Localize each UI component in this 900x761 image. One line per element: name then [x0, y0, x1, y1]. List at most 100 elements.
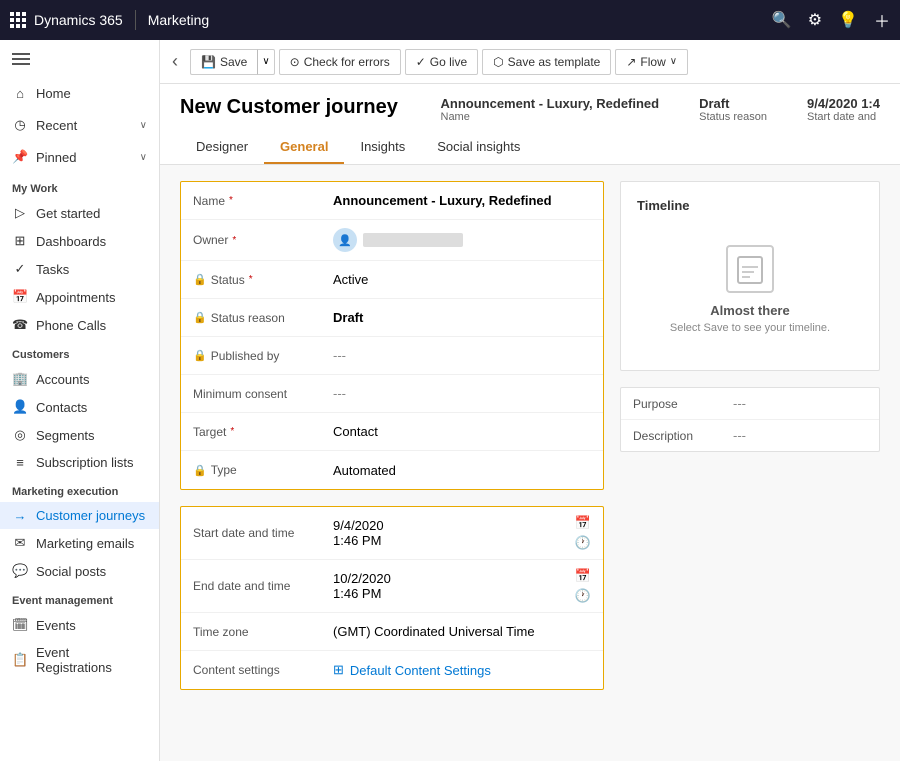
- sidebar-item-home[interactable]: ⌂ Home: [0, 78, 159, 109]
- sidebar-item-get-started[interactable]: ▷ Get started: [0, 199, 159, 227]
- content-settings-label: Content settings: [193, 663, 333, 677]
- timeline-title: Timeline: [637, 198, 863, 213]
- tab-general[interactable]: General: [264, 131, 344, 164]
- start-date-icons: 📅 🕐: [575, 515, 591, 551]
- sidebar-item-accounts[interactable]: 🏢 Accounts: [0, 365, 159, 393]
- save-template-button[interactable]: ⬡ Save as template: [482, 49, 611, 75]
- sidebar-item-social-posts[interactable]: 💬 Social posts: [0, 557, 159, 585]
- timezone-field-row: Time zone (GMT) Coordinated Universal Ti…: [181, 613, 603, 651]
- dashboards-icon: ⊞: [12, 233, 28, 249]
- target-value[interactable]: Contact: [333, 424, 591, 439]
- appointments-icon: 📅: [12, 289, 28, 305]
- content-settings-link[interactable]: Default Content Settings: [350, 663, 591, 678]
- add-icon[interactable]: ＋: [874, 8, 890, 32]
- tab-social-insights[interactable]: Social insights: [421, 131, 536, 164]
- flow-label: Flow: [640, 55, 665, 69]
- sidebar-item-label: Contacts: [36, 400, 87, 415]
- type-label: 🔒 Type: [193, 463, 333, 477]
- sidebar-item-segments[interactable]: ◎ Segments: [0, 421, 159, 449]
- events-icon: 🗓: [12, 617, 28, 633]
- template-icon: ⬡: [493, 55, 503, 69]
- timezone-value[interactable]: (GMT) Coordinated Universal Time: [333, 624, 591, 639]
- sidebar-item-events[interactable]: 🗓 Events: [0, 611, 159, 639]
- sidebar-item-label: Marketing emails: [36, 536, 134, 551]
- app-name: Dynamics 365: [34, 12, 123, 28]
- toolbar: ‹ 💾 Save ∨ ⊙ Check for errors ✓ Go live …: [160, 40, 900, 84]
- sidebar-item-customer-journeys[interactable]: → Customer journeys: [0, 502, 159, 529]
- type-field-row: 🔒 Type Automated: [181, 451, 603, 489]
- sidebar-item-subscription-lists[interactable]: ≡ Subscription lists: [0, 449, 159, 476]
- status-reason-field-row: 🔒 Status reason Draft: [181, 299, 603, 337]
- sidebar-item-phone-calls[interactable]: ☎ Phone Calls: [0, 311, 159, 339]
- subscription-icon: ≡: [12, 455, 28, 470]
- page-header-meta: Announcement - Luxury, Redefined Name Dr…: [441, 96, 881, 123]
- save-dropdown-button[interactable]: ∨: [257, 49, 274, 75]
- name-label-text: Name: [193, 194, 225, 208]
- sidebar-item-recent[interactable]: ◷ Recent ∨: [0, 109, 159, 141]
- content-settings-value-row: ⊞ Default Content Settings: [333, 662, 591, 678]
- sidebar-item-label: Social posts: [36, 564, 106, 579]
- name-value[interactable]: Announcement - Luxury, Redefined: [333, 193, 591, 208]
- end-date-date: 10/2/2020: [333, 571, 575, 586]
- min-consent-value[interactable]: ---: [333, 386, 591, 401]
- status-value[interactable]: Active: [333, 272, 591, 287]
- search-icon[interactable]: 🔍: [772, 10, 792, 30]
- sidebar-item-pinned[interactable]: 📌 Pinned ∨: [0, 141, 159, 173]
- type-label-text: Type: [211, 463, 237, 477]
- accounts-icon: 🏢: [12, 371, 28, 387]
- clock-icon[interactable]: 🕐: [575, 535, 591, 551]
- meta-name-value: Announcement - Luxury, Redefined: [441, 96, 660, 111]
- sidebar: ⌂ Home ◷ Recent ∨ 📌 Pinned ∨ My Work ▷ G…: [0, 40, 160, 761]
- save-button[interactable]: 💾 Save: [190, 49, 257, 75]
- help-icon[interactable]: 💡: [838, 10, 858, 30]
- form-column: Name * Announcement - Luxury, Redefined …: [180, 181, 604, 745]
- check-errors-button[interactable]: ⊙ Check for errors: [279, 49, 401, 75]
- required-indicator: *: [249, 274, 253, 285]
- end-date-time: 1:46 PM: [333, 586, 575, 601]
- sidebar-item-label: Accounts: [36, 372, 89, 387]
- hamburger-button[interactable]: [0, 40, 159, 78]
- timeline-empty-state: Almost there Select Save to see your tim…: [637, 225, 863, 354]
- owner-name-blurred[interactable]: [363, 233, 463, 247]
- start-date-field-row: Start date and time 9/4/2020 1:46 PM 📅 🕐: [181, 507, 603, 560]
- timeline-section: Timeline Almost there Select Save to see: [620, 181, 880, 371]
- flow-icon: ↗: [626, 55, 636, 69]
- waffle-icon[interactable]: [10, 12, 26, 28]
- back-button[interactable]: ‹: [172, 51, 178, 72]
- content-settings-icon: ⊞: [333, 662, 344, 678]
- required-indicator: *: [229, 195, 233, 206]
- end-date-value[interactable]: 10/2/2020 1:46 PM: [333, 571, 575, 601]
- status-field-row: 🔒 Status * Active: [181, 261, 603, 299]
- description-value[interactable]: ---: [733, 428, 746, 443]
- type-value[interactable]: Automated: [333, 463, 591, 478]
- sidebar-item-tasks[interactable]: ✓ Tasks: [0, 255, 159, 283]
- sidebar-item-label: Get started: [36, 206, 100, 221]
- start-date-value[interactable]: 9/4/2020 1:46 PM: [333, 518, 575, 548]
- sidebar-item-label: Phone Calls: [36, 318, 106, 333]
- meta-date-label: Start date and: [807, 111, 880, 123]
- segments-icon: ◎: [12, 427, 28, 443]
- sidebar-item-dashboards[interactable]: ⊞ Dashboards: [0, 227, 159, 255]
- meta-status-reason: Draft Status reason: [699, 96, 767, 123]
- sidebar-item-event-registrations[interactable]: 📋 Event Registrations: [0, 639, 159, 681]
- tab-insights[interactable]: Insights: [344, 131, 421, 164]
- purpose-value[interactable]: ---: [733, 396, 746, 411]
- save-icon: 💾: [201, 55, 216, 69]
- tab-designer[interactable]: Designer: [180, 131, 264, 164]
- sidebar-item-appointments[interactable]: 📅 Appointments: [0, 283, 159, 311]
- settings-icon[interactable]: ⚙: [808, 10, 822, 30]
- marketing-execution-header: Marketing execution: [0, 476, 159, 502]
- go-live-button[interactable]: ✓ Go live: [405, 49, 478, 75]
- meta-start-date: 9/4/2020 1:4 Start date and: [807, 96, 880, 123]
- calendar-icon[interactable]: 📅: [575, 568, 591, 584]
- my-work-header: My Work: [0, 173, 159, 199]
- clock-icon[interactable]: 🕐: [575, 588, 591, 604]
- purpose-section: Purpose --- Description ---: [620, 387, 880, 452]
- calendar-icon[interactable]: 📅: [575, 515, 591, 531]
- target-label: Target *: [193, 425, 333, 439]
- sidebar-item-marketing-emails[interactable]: ✉ Marketing emails: [0, 529, 159, 557]
- status-reason-value[interactable]: Draft: [333, 310, 591, 325]
- status-label: 🔒 Status *: [193, 273, 333, 287]
- flow-button[interactable]: ↗ Flow ∨: [615, 49, 688, 75]
- sidebar-item-contacts[interactable]: 👤 Contacts: [0, 393, 159, 421]
